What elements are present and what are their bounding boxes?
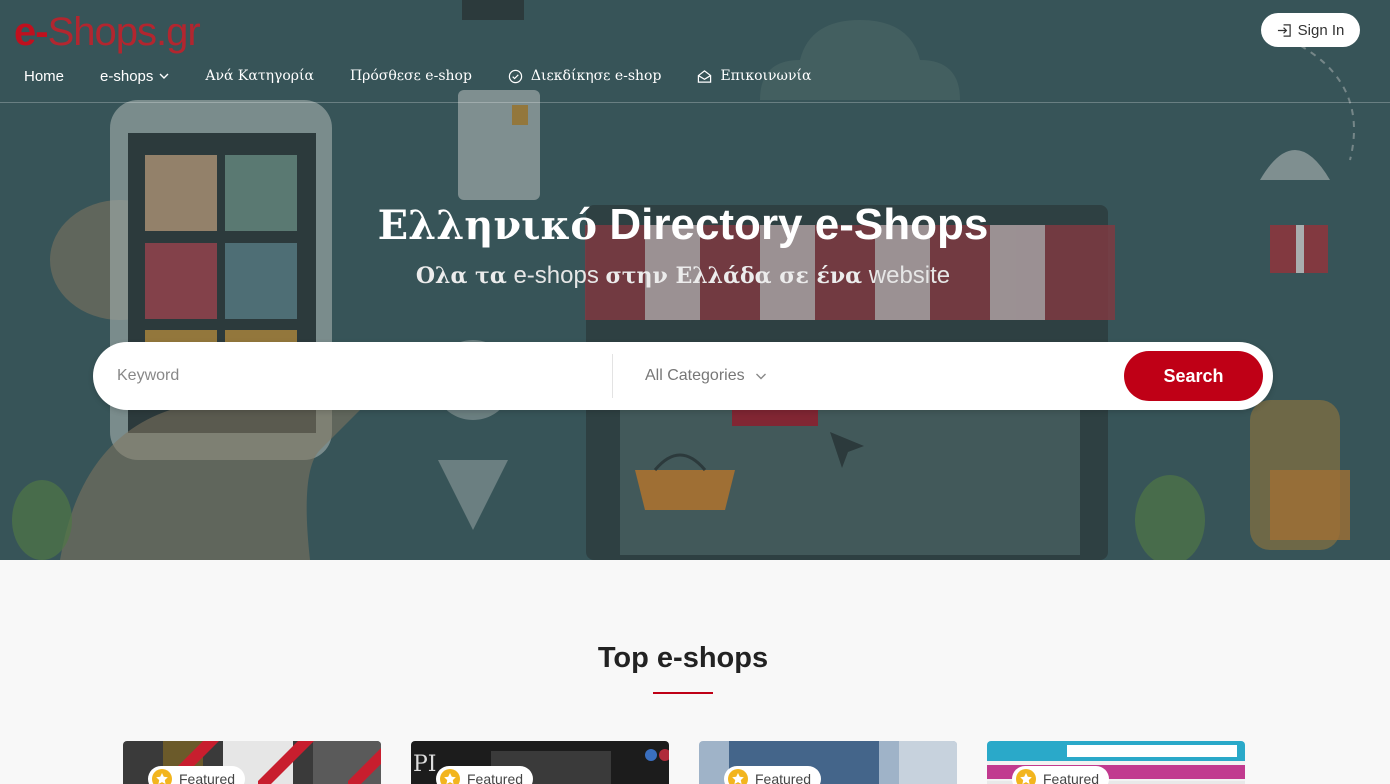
check-circle-icon <box>508 69 523 83</box>
chevron-down-icon <box>159 73 169 79</box>
star-icon <box>152 769 172 784</box>
nav-add-eshop-label: Πρόσθεσε e-shop <box>349 68 472 84</box>
site-logo[interactable]: e-Shops.gr <box>14 8 201 56</box>
category-select[interactable]: All Categories <box>645 364 767 388</box>
nav-eshops-label: e-shops <box>100 67 154 85</box>
star-icon <box>1016 769 1036 784</box>
hero-title-greek: Ελληνικό <box>377 202 598 249</box>
featured-label: Featured <box>1043 771 1100 784</box>
nav-claim-eshop[interactable]: Διεκδίκησε e-shop <box>508 68 662 84</box>
nav-by-category[interactable]: Ανά Κατηγορία <box>205 68 314 84</box>
chevron-down-icon <box>755 373 766 380</box>
star-icon <box>728 769 748 784</box>
eshop-card[interactable]: Featured <box>123 741 381 784</box>
hero-title: Ελληνικό Directory e-Shops <box>0 198 1366 253</box>
hero-sub-part-3: στην Ελλάδα σε ένα <box>605 263 863 289</box>
featured-badge: Featured <box>148 766 246 784</box>
title-underline <box>653 692 713 694</box>
search-button-label: Search <box>1163 365 1224 386</box>
top-eshops-title: Top e-shops <box>597 642 769 674</box>
svg-text:PI: PI <box>413 752 437 777</box>
hero-title-english: Directory e-Shops <box>609 200 989 249</box>
nav-by-category-label: Ανά Κατηγορία <box>205 68 314 84</box>
hero-sub-part-2: e-shops <box>513 262 599 289</box>
envelope-open-icon <box>698 69 712 83</box>
featured-label: Featured <box>179 771 236 784</box>
sign-in-button[interactable]: Sign In <box>1261 13 1360 47</box>
eshop-card[interactable]: Featured <box>699 741 957 784</box>
search-button[interactable]: Search <box>1124 351 1263 401</box>
nav-contact[interactable]: Επικοινωνία <box>697 68 811 84</box>
featured-label: Featured <box>755 771 812 784</box>
keyword-input[interactable] <box>117 359 597 393</box>
featured-badge: Featured <box>436 766 534 784</box>
main-nav: Home e-shops Ανά Κατηγορία Πρόσθεσε e-sh… <box>24 64 847 88</box>
hero-subtitle: Ολα τα e-shops στην Ελλάδα σε ένα websit… <box>0 260 1366 292</box>
sign-in-icon <box>1277 23 1291 37</box>
search-divider <box>612 354 613 398</box>
featured-label: Featured <box>467 771 524 784</box>
category-select-label: All Categories <box>645 367 745 384</box>
logo-text: Shops.gr <box>47 10 201 54</box>
nav-add-eshop[interactable]: Πρόσθεσε e-shop <box>350 68 472 84</box>
sign-in-label: Sign In <box>1297 21 1345 39</box>
featured-badge: Featured <box>724 766 822 784</box>
eshop-card[interactable]: PI Featured <box>411 741 669 784</box>
star-icon <box>440 769 460 784</box>
hero-sub-part-4: website <box>868 262 951 289</box>
site-header: e-Shops.gr Home e-shops Ανά Κατηγορία Πρ… <box>0 0 1390 103</box>
eshop-card[interactable]: Featured <box>987 741 1245 784</box>
search-bar: All Categories Search <box>93 342 1273 410</box>
logo-e: e- <box>14 10 49 54</box>
nav-contact-label: Επικοινωνία <box>720 68 812 84</box>
nav-home-label: Home <box>24 67 65 85</box>
nav-eshops[interactable]: e-shops <box>100 68 169 85</box>
nav-claim-eshop-label: Διεκδίκησε e-shop <box>530 68 662 84</box>
nav-home[interactable]: Home <box>24 68 64 85</box>
hero-sub-part-1: Ολα τα <box>415 263 507 289</box>
featured-badge: Featured <box>1012 766 1110 784</box>
